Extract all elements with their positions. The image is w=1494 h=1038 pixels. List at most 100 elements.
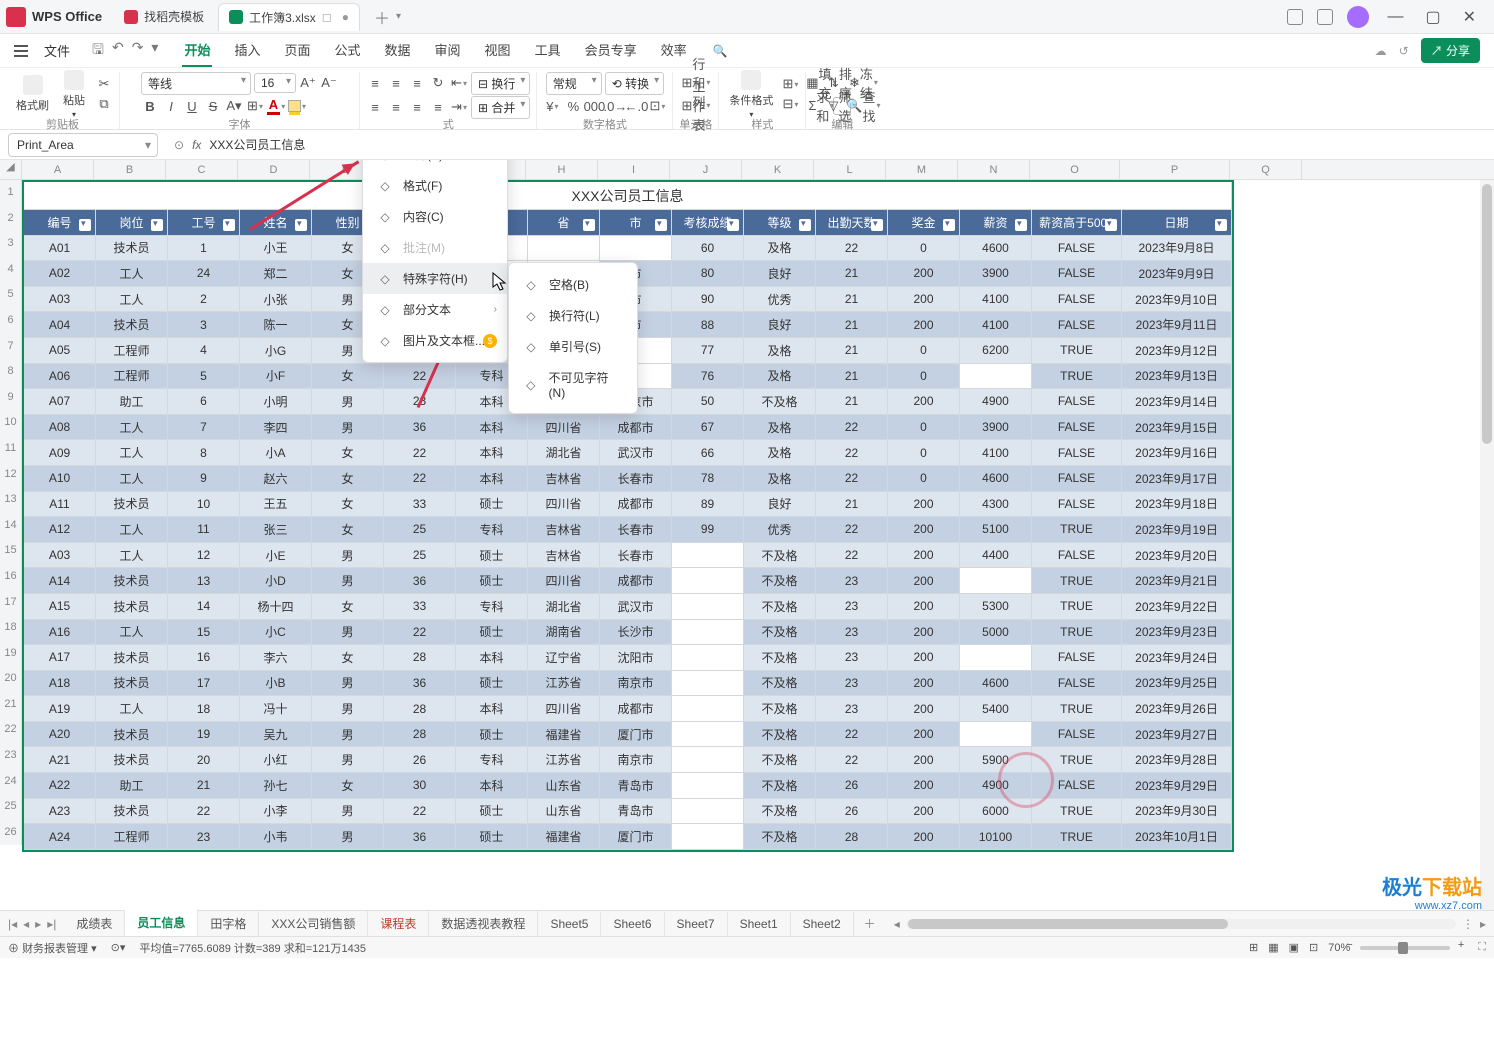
table-cell[interactable]: 技术员 [96,722,168,747]
table-cell[interactable]: A15 [24,594,96,619]
fx-icon[interactable]: fx [192,138,201,152]
table-cell[interactable]: 技术员 [96,568,168,593]
table-cell[interactable]: 不及格 [744,645,816,670]
table-cell[interactable]: 本科 [456,773,528,798]
row-header[interactable]: 21 [0,692,22,718]
history-icon[interactable]: ↺ [1399,44,1409,58]
select-all-corner[interactable]: ◢ [0,160,22,179]
table-cell[interactable]: 50 [672,389,744,414]
table-cell[interactable]: 技术员 [96,799,168,824]
table-cell[interactable]: FALSE [1032,287,1122,312]
table-cell[interactable]: 良好 [744,261,816,286]
table-cell[interactable]: FALSE [1032,722,1122,747]
table-cell[interactable]: 21 [168,773,240,798]
table-cell[interactable]: 青岛市 [600,799,672,824]
col-header-J[interactable]: J [670,160,742,179]
row-header[interactable]: 14 [0,513,22,539]
table-cell[interactable]: 6 [168,389,240,414]
table-cell[interactable]: 工人 [96,696,168,721]
col-header-N[interactable]: N [958,160,1030,179]
table-cell[interactable]: FALSE [1032,312,1122,337]
table-cell[interactable]: 助工 [96,389,168,414]
row-header[interactable]: 25 [0,794,22,820]
table-cell[interactable]: 专科 [456,517,528,542]
table-cell[interactable]: 女 [312,440,384,465]
filter-icon[interactable] [295,219,307,231]
redo-icon[interactable]: ↷ [132,39,144,63]
filter-icon[interactable] [799,219,811,231]
paste-button[interactable]: 粘贴▾ [57,68,91,121]
increase-decimal-icon[interactable]: .0→ [606,97,624,115]
table-cell[interactable]: 男 [312,824,384,849]
view-reading-icon[interactable]: ⊡ [1309,941,1318,954]
table-cell[interactable]: 男 [312,415,384,440]
formula-input[interactable]: XXX公司员工信息 [209,136,1486,153]
col-header-I[interactable]: I [598,160,670,179]
table-cell[interactable]: TRUE [1032,696,1122,721]
row-header[interactable]: 26 [0,820,22,846]
table-cell[interactable]: 0 [888,466,960,491]
table-header-cell[interactable]: 薪资 [960,210,1032,235]
row-header[interactable]: 5 [0,282,22,308]
menu-item-all[interactable]: ◇全部(A) [363,160,507,170]
table-cell[interactable]: 成都市 [600,696,672,721]
table-cell[interactable]: 76 [672,364,744,389]
number-format-select[interactable]: 常规 [546,72,602,95]
table-header-cell[interactable]: 岗位 [96,210,168,235]
table-cell[interactable]: 成都市 [600,492,672,517]
menu-tab-3[interactable]: 公式 [333,34,363,67]
table-cell[interactable]: 及格 [744,466,816,491]
table-cell[interactable]: 工人 [96,415,168,440]
table-cell[interactable]: 辽宁省 [528,645,600,670]
col-header-Q[interactable]: Q [1230,160,1302,179]
sheet-tab[interactable]: 数据透视表教程 [429,910,538,937]
table-header-cell[interactable]: 奖金 [888,210,960,235]
table-cell[interactable]: A03 [24,287,96,312]
panel-icon[interactable] [1287,9,1303,25]
table-cell[interactable]: 小李 [240,799,312,824]
row-header[interactable]: 18 [0,615,22,641]
table-cell[interactable]: TRUE [1032,517,1122,542]
table-cell[interactable]: 5300 [960,594,1032,619]
table-cell[interactable]: A19 [24,696,96,721]
table-cell[interactable]: 78 [672,466,744,491]
table-cell[interactable]: 不及格 [744,824,816,849]
table-cell[interactable]: 硕士 [456,543,528,568]
table-cell[interactable]: 及格 [744,338,816,363]
sheet-tab[interactable]: Sheet1 [728,912,791,936]
filter-icon[interactable] [583,219,595,231]
table-cell[interactable]: 200 [888,645,960,670]
table-cell[interactable]: TRUE [1032,594,1122,619]
table-cell[interactable]: 28 [816,824,888,849]
table-cell[interactable]: 不及格 [744,671,816,696]
table-cell[interactable]: 男 [312,722,384,747]
convert-button[interactable]: ⟲ 转换 [605,72,664,95]
table-cell[interactable]: A06 [24,364,96,389]
col-header-P[interactable]: P [1120,160,1230,179]
table-cell[interactable]: 不及格 [744,620,816,645]
table-cell[interactable]: 2023年9月23日 [1122,620,1232,645]
table-cell[interactable]: 22 [816,415,888,440]
table-cell[interactable]: 11 [168,517,240,542]
menu-item-invisible[interactable]: ◇不可见字符(N) [509,362,637,407]
table-cell[interactable]: 30 [384,773,456,798]
table-cell[interactable]: 男 [312,620,384,645]
table-cell[interactable]: FALSE [1032,236,1122,261]
table-cell[interactable] [600,236,672,261]
table-cell[interactable]: 23 [816,671,888,696]
table-cell[interactable]: 28 [384,645,456,670]
merge-cells-button[interactable]: ⊞ 合并 [471,96,530,119]
table-cell[interactable]: 2023年9月11日 [1122,312,1232,337]
table-cell[interactable]: 成都市 [600,568,672,593]
table-cell[interactable]: A11 [24,492,96,517]
find-button[interactable]: 🔍 查找 [854,97,872,115]
table-cell[interactable]: 16 [168,645,240,670]
table-cell[interactable]: 福建省 [528,824,600,849]
table-cell[interactable]: 25 [384,543,456,568]
table-cell[interactable]: 2 [168,287,240,312]
table-header-cell[interactable]: 等级 [744,210,816,235]
table-cell[interactable]: 5400 [960,696,1032,721]
filter-icon[interactable] [1215,219,1227,231]
table-cell[interactable]: 男 [312,543,384,568]
table-cell[interactable]: 小明 [240,389,312,414]
